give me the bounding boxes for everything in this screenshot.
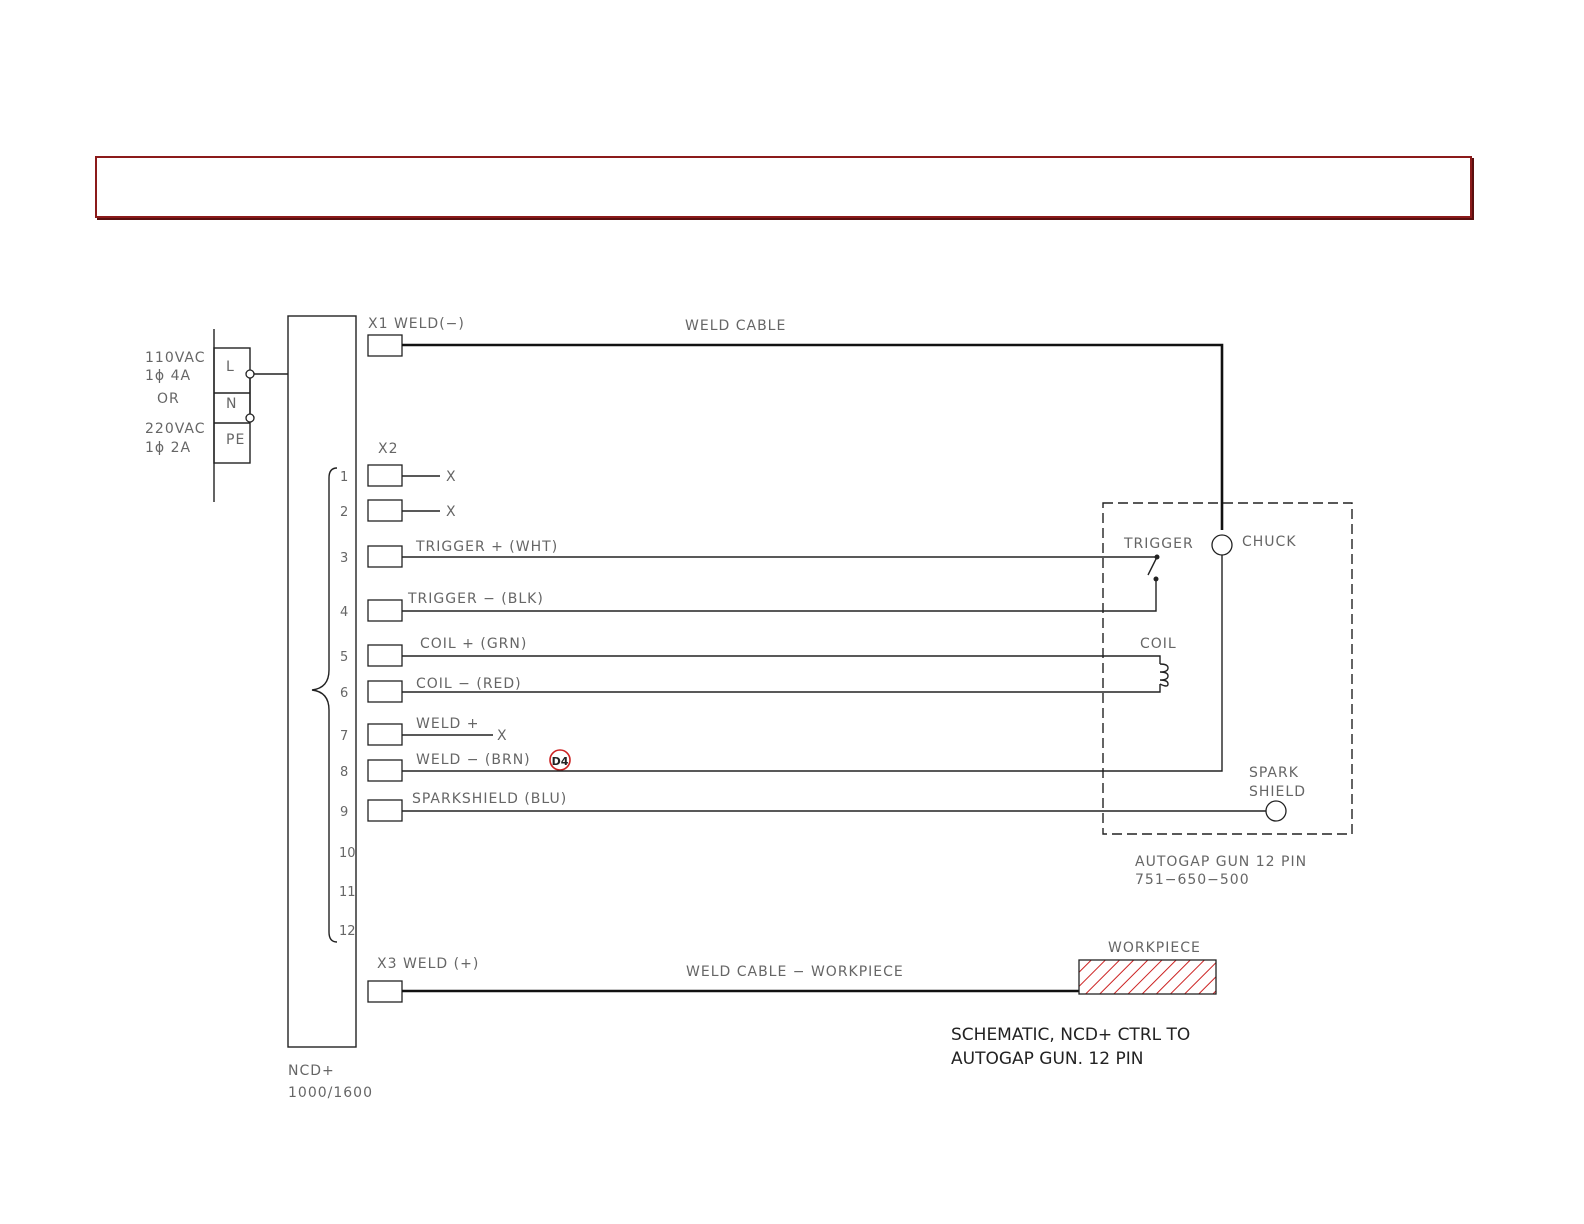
pin1-nc: X — [446, 469, 457, 485]
x3-connector: X3 WELD (+) WELD CABLE − WORKPIECE WORKP… — [367, 940, 1217, 1003]
workpiece-label: WORKPIECE — [1108, 940, 1201, 956]
x3-label: X3 WELD (+) — [377, 956, 479, 972]
caption-line1: SCHEMATIC, NCD+ CTRL TO — [951, 1025, 1190, 1045]
gun-trigger-label: TRIGGER — [1123, 536, 1194, 552]
x1-connector: X1 WELD(−) WELD CABLE — [367, 316, 1224, 530]
caption-line2: AUTOGAP GUN. 12 PIN — [951, 1049, 1143, 1069]
pin-number: 6 — [340, 686, 348, 701]
voltage-220: 220VAC — [145, 421, 206, 437]
pin-terminal — [367, 464, 403, 487]
controller-name: NCD+ — [288, 1063, 335, 1079]
gun-wires — [402, 475, 1266, 812]
coil-winding — [1159, 663, 1169, 687]
or-label: OR — [157, 391, 180, 407]
phase-current-110: 1ϕ 4A — [145, 368, 191, 384]
pin-number: 8 — [340, 765, 348, 780]
l-terminal — [245, 369, 255, 379]
pin-terminal — [367, 644, 403, 667]
pin-number: 5 — [340, 650, 348, 665]
gun-name: AUTOGAP GUN 12 PIN — [1135, 854, 1307, 870]
pe-label: PE — [226, 432, 245, 448]
pin-number: 7 — [340, 729, 348, 744]
coil-minus-label: COIL − (RED) — [416, 676, 522, 692]
voltage-110: 110VAC — [145, 350, 206, 366]
gun-part-number: 751−650−500 — [1135, 872, 1250, 888]
trigger-minus-label: TRIGGER − (BLK) — [407, 591, 544, 607]
pin-number: 12 — [339, 924, 356, 939]
pin-group-brace — [311, 467, 338, 943]
coil-plus-label: COIL + (GRN) — [420, 636, 527, 652]
d4-text: D4 — [552, 755, 569, 768]
pin-terminal — [367, 599, 403, 622]
pin-terminal — [367, 759, 403, 782]
weld-plus-label: WELD + — [416, 716, 479, 732]
shield-label: SHIELD — [1249, 784, 1306, 800]
pin-terminal — [367, 499, 403, 522]
pin-terminal — [367, 723, 403, 746]
chuck-label: CHUCK — [1242, 534, 1297, 550]
x2-label: X2 — [378, 441, 399, 457]
pin2-nc: X — [446, 504, 457, 520]
workpiece-block — [1078, 959, 1217, 995]
phase-current-220: 1ϕ 2A — [145, 440, 191, 456]
spark-label: SPARK — [1249, 765, 1299, 781]
pin-terminal — [367, 799, 403, 822]
trigger-switch-contact — [1147, 556, 1158, 576]
autogap-gun: TRIGGER CHUCK COIL SPARK SHIELD AUTOGAP … — [1102, 502, 1353, 888]
power-input: 110VAC 1ϕ 4A OR 220VAC 1ϕ 2A L N PE — [145, 329, 288, 502]
pin-number: 2 — [340, 505, 348, 520]
pin-number: 10 — [339, 846, 356, 861]
pin-number: 1 — [340, 470, 348, 485]
pin-number: 11 — [339, 885, 356, 900]
pin-number: 3 — [340, 551, 348, 566]
sparkshield-label: SPARKSHIELD (BLU) — [412, 791, 567, 807]
x1-label: X1 WELD(−) — [368, 316, 465, 332]
wiring-schematic: 110VAC 1ϕ 4A OR 220VAC 1ϕ 2A L N PE NCD+… — [145, 315, 1353, 1101]
gun-coil-label: COIL — [1140, 636, 1177, 652]
x2-pins: 123456789101112 — [339, 464, 403, 939]
pin-terminal — [367, 545, 403, 568]
n-terminal — [245, 413, 255, 423]
controller-model: 1000/1600 — [288, 1085, 373, 1101]
trigger-plus-label: TRIGGER + (WHT) — [415, 539, 558, 555]
neutral-label: N — [226, 396, 237, 412]
pin7-nc: X — [497, 728, 508, 744]
d4-marker: D4 — [549, 749, 571, 771]
line-label: L — [226, 359, 235, 375]
weld-cable-label: WELD CABLE — [685, 318, 786, 334]
wire-labels: X X TRIGGER + (WHT) TRIGGER − (BLK) COIL… — [407, 469, 567, 807]
spark-shield-terminal — [1265, 800, 1287, 822]
weld-minus-label: WELD − (BRN) — [416, 752, 531, 768]
weld-cable-workpiece-label: WELD CABLE − WORKPIECE — [686, 964, 904, 980]
chuck-terminal — [1211, 534, 1233, 556]
pin-number: 4 — [340, 605, 348, 620]
pin-number: 9 — [340, 805, 348, 820]
pin-terminal — [367, 680, 403, 703]
